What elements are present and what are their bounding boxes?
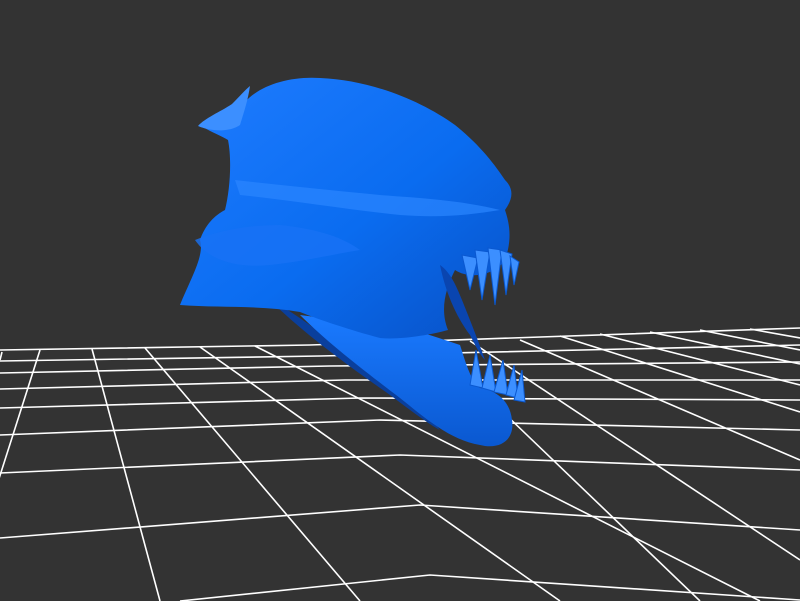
creature-head-model[interactable] [180,77,526,447]
3d-viewport[interactable] [0,0,800,601]
model-upper-teeth [461,247,520,306]
scene-canvas[interactable] [0,0,800,601]
